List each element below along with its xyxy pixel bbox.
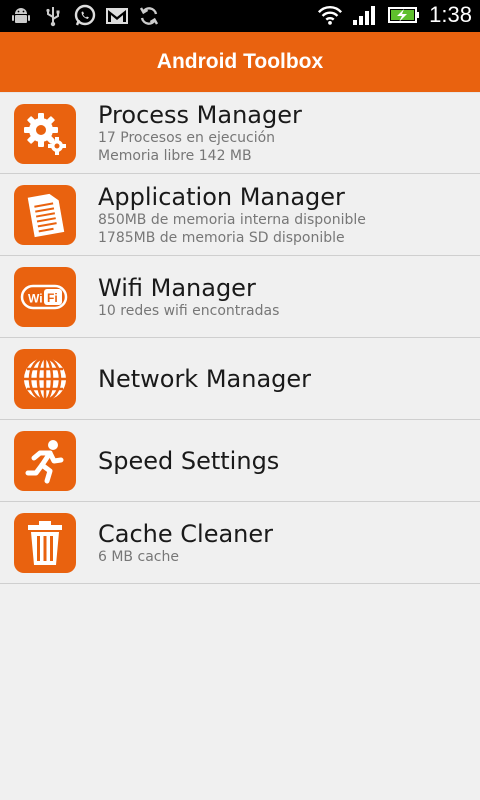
item-title: Application Manager — [98, 182, 345, 211]
item-subtitle: 850MB de memoria interna disponible — [98, 211, 366, 228]
item-subtitle: Memoria libre 142 MB — [98, 148, 252, 164]
whatsapp-icon — [72, 3, 98, 29]
gmail-icon — [104, 3, 130, 29]
wifi-logo-icon: Wi Fi — [14, 267, 76, 327]
list-item-cache-cleaner[interactable]: Cache Cleaner 6 MB cache — [0, 502, 480, 584]
item-title: Wifi Manager — [98, 273, 256, 302]
list-item-network-manager[interactable]: Network Manager — [0, 338, 480, 420]
gear-icon — [14, 104, 76, 164]
signal-icon — [351, 2, 377, 28]
android-debug-icon — [8, 3, 34, 29]
item-subtitle: 1785MB de memoria SD disponible — [98, 229, 345, 246]
item-title: Process Manager — [98, 101, 302, 129]
wifi-icon — [317, 2, 343, 28]
status-bar-clock: 1:38 — [429, 2, 472, 27]
item-title: Cache Cleaner — [98, 519, 274, 548]
runner-icon — [14, 431, 76, 491]
status-bar-notifications — [8, 3, 162, 29]
battery-charging-icon — [385, 2, 421, 28]
item-subtitle: 6 MB cache — [98, 548, 179, 565]
status-bar: 1:38 — [0, 0, 480, 32]
list-item-application-manager[interactable]: Application Manager 850MB de memoria int… — [0, 174, 480, 256]
document-icon — [14, 185, 76, 245]
app-title: Android Toolbox — [156, 50, 324, 73]
globe-icon — [14, 349, 76, 409]
item-subtitle: 17 Procesos en ejecución — [98, 130, 276, 146]
list-item-process-manager[interactable]: Process Manager 17 Procesos en ejecución… — [0, 92, 480, 174]
usb-icon — [40, 3, 66, 29]
app-title-bar: Android Toolbox — [0, 32, 480, 92]
sync-icon — [136, 3, 162, 29]
svg-text:Fi: Fi — [47, 291, 58, 305]
status-bar-system: 1:38 — [317, 2, 472, 28]
list-item-wifi-manager[interactable]: Wi Fi Wifi Manager 10 redes wifi encontr… — [0, 256, 480, 338]
item-subtitle: 10 redes wifi encontradas — [98, 302, 280, 319]
item-title: Speed Settings — [98, 446, 280, 475]
trash-icon — [14, 513, 76, 573]
item-title: Network Manager — [98, 364, 312, 393]
tool-list: Process Manager 17 Procesos en ejecución… — [0, 92, 480, 584]
svg-text:Wi: Wi — [28, 292, 43, 306]
list-item-speed-settings[interactable]: Speed Settings — [0, 420, 480, 502]
